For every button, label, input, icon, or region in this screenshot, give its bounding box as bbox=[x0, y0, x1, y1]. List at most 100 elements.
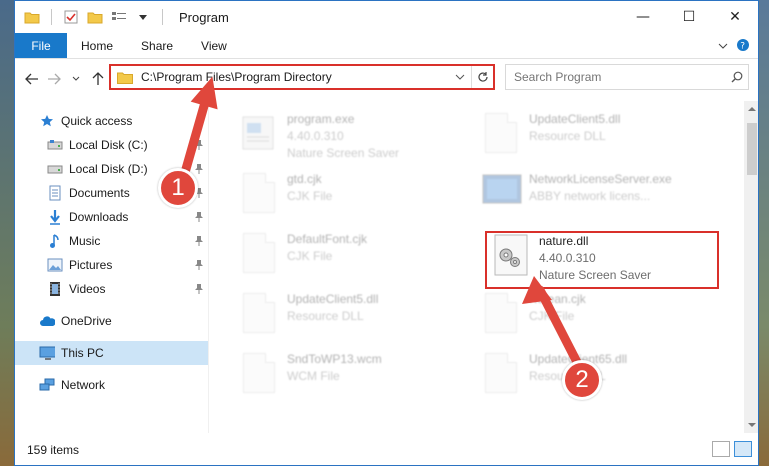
dll-file-icon bbox=[481, 111, 521, 157]
sidebar-item-label: Documents bbox=[69, 186, 130, 200]
scroll-up-icon[interactable] bbox=[744, 101, 758, 117]
details-view-icon[interactable] bbox=[712, 441, 730, 457]
file-name: UpdateClient65.dll bbox=[529, 352, 628, 366]
file-name: SndToWP13.wcm bbox=[287, 352, 382, 366]
scroll-down-icon[interactable] bbox=[744, 417, 758, 433]
minimize-button[interactable]: — bbox=[620, 1, 666, 33]
desktop-background-left bbox=[0, 0, 14, 466]
sidebar-item-label: OneDrive bbox=[61, 314, 112, 328]
tab-view[interactable]: View bbox=[187, 33, 241, 58]
chevron-down-icon[interactable] bbox=[455, 72, 471, 83]
ribbon-right-controls: ? bbox=[718, 33, 750, 59]
window-title: Program bbox=[179, 9, 229, 25]
pin-icon bbox=[194, 163, 204, 175]
file-type: Resource DLL bbox=[287, 309, 364, 323]
tab-file[interactable]: File bbox=[15, 33, 67, 58]
sidebar-item-local-disk-d[interactable]: Local Disk (D:) bbox=[15, 157, 208, 181]
sidebar-item-documents[interactable]: Documents bbox=[15, 181, 208, 205]
file-description: Nature Screen Saver bbox=[287, 146, 400, 160]
forward-arrow-icon[interactable] bbox=[43, 68, 65, 90]
sidebar-item-this-pc[interactable]: This PC bbox=[15, 341, 208, 365]
pin-icon bbox=[194, 139, 204, 151]
tiles-view-icon[interactable] bbox=[734, 441, 752, 457]
sidebar-item-downloads[interactable]: Downloads bbox=[15, 205, 208, 229]
search-box[interactable] bbox=[505, 64, 749, 90]
drive-icon bbox=[47, 161, 63, 177]
sidebar-item-label: Quick access bbox=[61, 114, 133, 128]
address-path[interactable]: C:\Program Files\Program Directory bbox=[141, 70, 455, 84]
file-type: CJK File bbox=[529, 309, 575, 323]
maximize-button[interactable]: ☐ bbox=[666, 1, 712, 33]
file-item[interactable]: UpdateClient5.dll Resource DLL bbox=[481, 111, 711, 165]
pin-icon bbox=[194, 211, 204, 223]
exe-file-icon bbox=[239, 111, 279, 157]
cjk-file-icon bbox=[239, 171, 279, 217]
toolbar-divider bbox=[51, 9, 52, 25]
pin-icon bbox=[194, 235, 204, 247]
file-item[interactable]: gtd.cjk CJK File bbox=[239, 171, 469, 225]
refresh-icon[interactable] bbox=[471, 66, 493, 88]
close-button[interactable]: ✕ bbox=[712, 1, 758, 33]
tab-share[interactable]: Share bbox=[127, 33, 187, 58]
vertical-scrollbar[interactable] bbox=[744, 101, 758, 433]
properties-icon[interactable] bbox=[62, 8, 80, 26]
sidebar-item-label: Local Disk (C:) bbox=[69, 138, 148, 152]
scroll-thumb[interactable] bbox=[747, 123, 757, 175]
file-type: Resource DLL bbox=[529, 369, 606, 383]
pin-icon bbox=[194, 259, 204, 271]
view-details-icon[interactable] bbox=[110, 8, 128, 26]
sidebar-item-onedrive[interactable]: OneDrive bbox=[15, 309, 208, 333]
sidebar-item-local-disk-c[interactable]: Local Disk (C:) bbox=[15, 133, 208, 157]
file-item[interactable]: UpdateClient65.dll Resource DLL bbox=[481, 351, 711, 405]
quick-access-toolbar: Program bbox=[15, 8, 229, 26]
file-item[interactable]: NetworkLicenseServer.exe ABBY network li… bbox=[481, 171, 731, 225]
dll-file-icon bbox=[481, 351, 521, 397]
sidebar-item-quick-access[interactable]: Quick access bbox=[15, 109, 208, 133]
folder-icon bbox=[23, 8, 41, 26]
help-icon[interactable]: ? bbox=[736, 38, 750, 55]
sidebar-item-label: Network bbox=[61, 378, 106, 392]
file-item[interactable]: program.exe 4.40.0.310 Nature Screen Sav… bbox=[239, 111, 469, 165]
file-type: Resource DLL bbox=[529, 129, 606, 143]
expand-ribbon-icon[interactable] bbox=[718, 39, 728, 53]
file-item[interactable]: DefaultFont.cjk CJK File bbox=[239, 231, 469, 285]
exe-file-icon bbox=[481, 171, 522, 217]
network-icon bbox=[39, 377, 55, 393]
file-name: UpdateClient5.dll bbox=[287, 292, 379, 306]
file-name: UpdateClient5.dll bbox=[529, 112, 621, 126]
highlight-box-nature-dll bbox=[485, 231, 719, 289]
pictures-icon bbox=[47, 257, 63, 273]
svg-text:?: ? bbox=[740, 41, 745, 51]
cloud-icon bbox=[39, 313, 55, 329]
wcm-file-icon bbox=[239, 351, 279, 397]
file-item[interactable]: SndToWP13.wcm WCM File bbox=[239, 351, 469, 405]
search-input[interactable] bbox=[514, 70, 726, 84]
recent-locations-chevron-icon[interactable] bbox=[65, 68, 87, 90]
sidebar-item-music[interactable]: Music bbox=[15, 229, 208, 253]
window-controls: — ☐ ✕ bbox=[620, 1, 758, 33]
sidebar-item-pictures[interactable]: Pictures bbox=[15, 253, 208, 277]
dll-file-icon bbox=[239, 291, 279, 337]
file-name: Korean.cjk bbox=[529, 292, 586, 306]
new-folder-icon[interactable] bbox=[86, 8, 104, 26]
address-bar[interactable]: C:\Program Files\Program Directory bbox=[109, 64, 495, 90]
file-item[interactable]: Korean.cjk CJK File bbox=[481, 291, 711, 345]
sidebar-item-videos[interactable]: Videos bbox=[15, 277, 208, 301]
documents-icon bbox=[47, 185, 63, 201]
sidebar-item-network[interactable]: Network bbox=[15, 373, 208, 397]
content-area: Quick access Local Disk (C:) Local Disk … bbox=[15, 101, 758, 433]
cjk-file-icon bbox=[239, 231, 279, 277]
file-type: CJK File bbox=[287, 189, 333, 203]
item-count: 159 items bbox=[27, 443, 80, 457]
customize-toolbar-icon[interactable] bbox=[134, 8, 152, 26]
status-bar: 159 items bbox=[15, 433, 758, 465]
back-arrow-icon[interactable] bbox=[21, 68, 43, 90]
view-toggle bbox=[712, 441, 752, 457]
file-description: ABBY network licens... bbox=[529, 189, 651, 203]
search-icon[interactable] bbox=[726, 71, 748, 83]
sidebar-item-label: Videos bbox=[69, 282, 106, 296]
tab-home[interactable]: Home bbox=[67, 33, 127, 58]
file-item[interactable]: UpdateClient5.dll Resource DLL bbox=[239, 291, 469, 345]
sidebar-item-label: This PC bbox=[61, 346, 104, 360]
up-arrow-icon[interactable] bbox=[87, 68, 109, 90]
